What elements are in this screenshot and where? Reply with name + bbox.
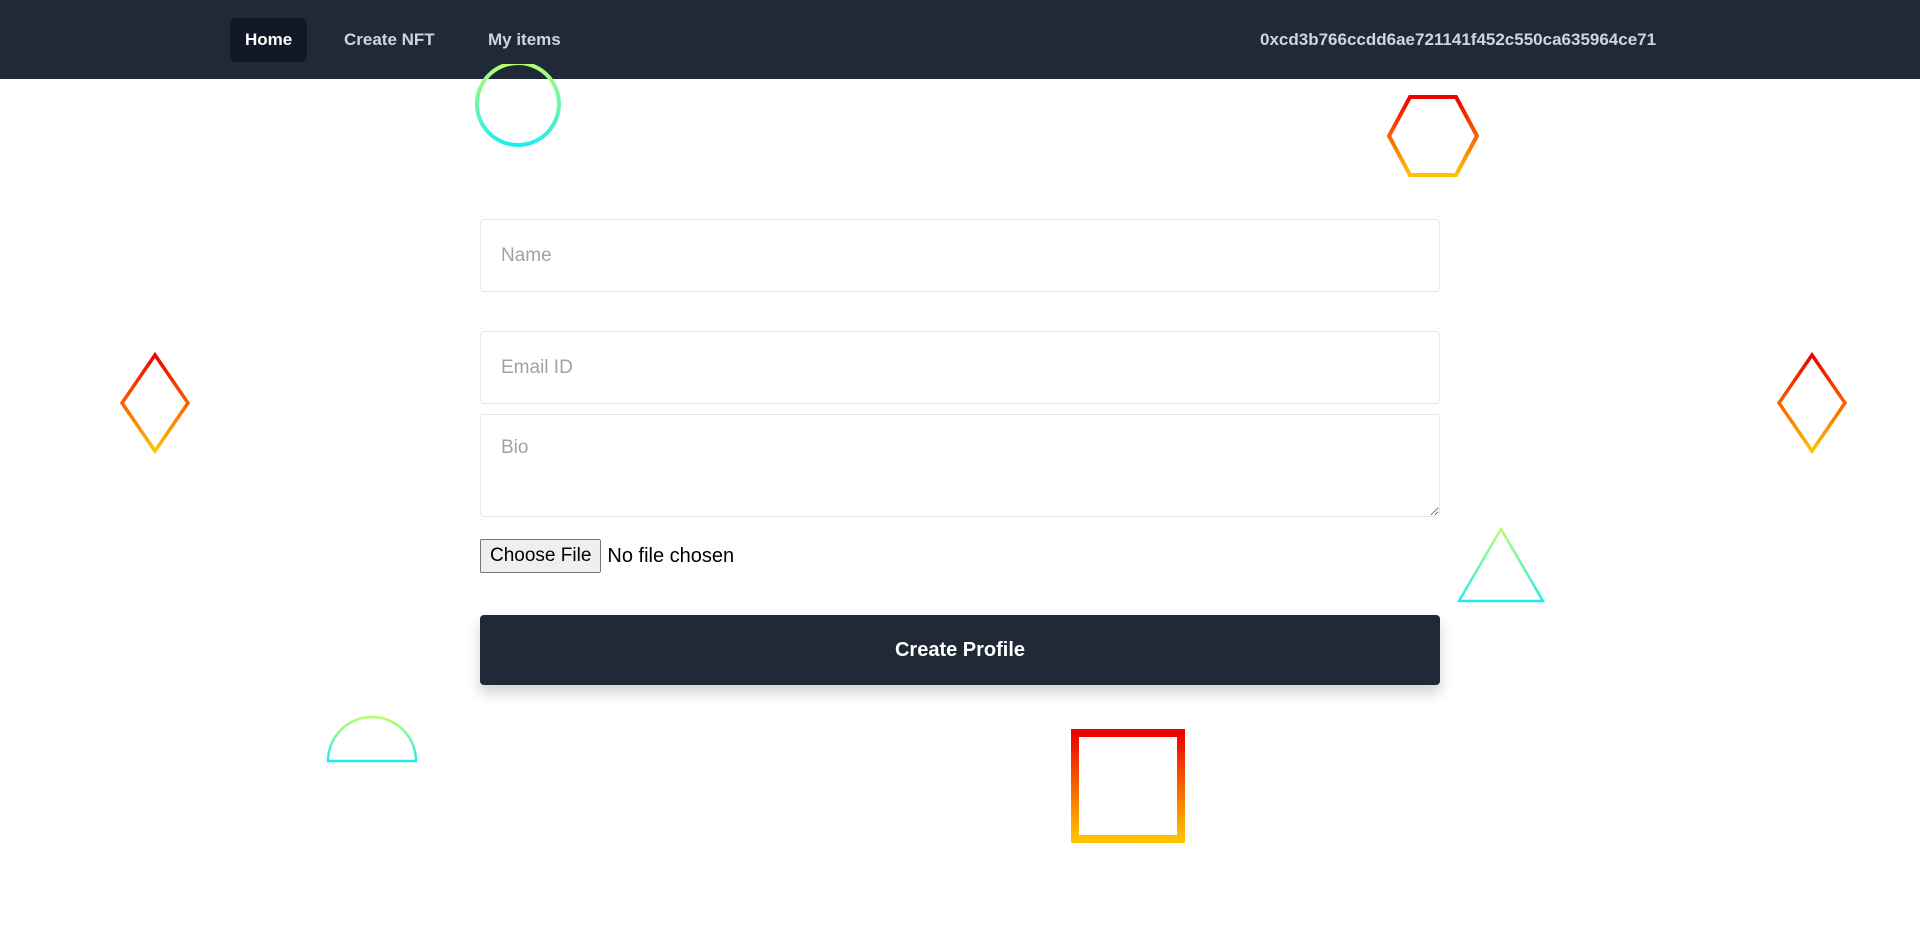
nav-create-nft-tab[interactable]: Create NFT: [329, 18, 450, 62]
email-input[interactable]: [480, 331, 1440, 404]
navbar: Home Create NFT My items 0xcd3b766ccdd6a…: [0, 0, 1920, 79]
diamond-outline-icon: [119, 352, 191, 454]
triangle-outline-icon: [1456, 526, 1546, 603]
square-outline-icon: [1071, 729, 1185, 843]
file-upload: Choose File No file chosen: [480, 538, 734, 574]
name-input[interactable]: [480, 219, 1440, 292]
bio-textarea[interactable]: [480, 414, 1440, 517]
hexagon-outline-icon: [1386, 95, 1480, 177]
choose-file-button[interactable]: Choose File: [480, 539, 602, 573]
create-profile-button[interactable]: Create Profile: [480, 615, 1440, 685]
semicircle-outline-icon: [326, 715, 418, 763]
wallet-address: 0xcd3b766ccdd6ae721141f452c550ca635964ce…: [1260, 30, 1657, 49]
nav-my-items-tab[interactable]: My items: [473, 18, 576, 62]
diamond-outline-icon-right: [1776, 352, 1848, 454]
file-status-text: No file chosen: [607, 544, 735, 567]
nav-home-tab[interactable]: Home: [230, 18, 308, 62]
